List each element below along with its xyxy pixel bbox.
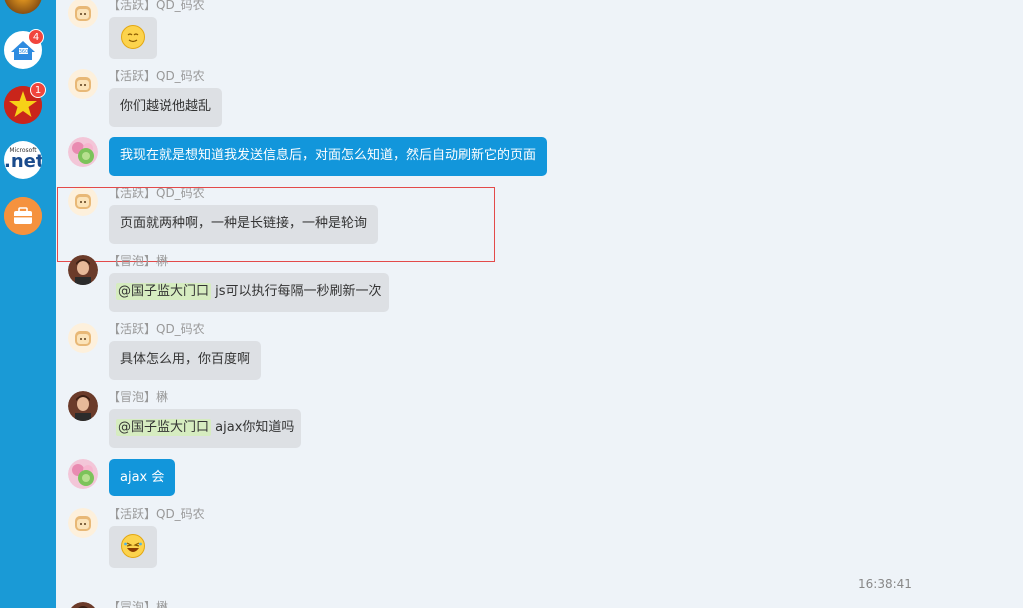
partial-app-icon[interactable] — [4, 0, 42, 14]
message-sender: 【冒泡】楙 — [108, 600, 169, 608]
user-avatar[interactable] — [68, 508, 98, 538]
message-sender: 【活跃】QD_码农 — [108, 507, 205, 521]
message-text: 我现在就是想知道我发送信息后，对面怎么知道，然后自动刷新它的页面 — [120, 148, 537, 163]
message-text: 你们越说他越乱 — [120, 99, 212, 114]
chat-message-area[interactable]: 【活跃】QD_码农 【活跃】QD_码农 你们越说他越乱 我现在就是想知道我发送信… — [56, 0, 1023, 608]
message-text: ajax你知道吗 — [211, 420, 295, 435]
self-avatar[interactable] — [68, 459, 98, 489]
unread-badge: 1 — [30, 82, 46, 98]
smile-emoji-icon — [121, 25, 145, 49]
user-avatar[interactable] — [68, 391, 98, 421]
portrait-avatar-icon — [68, 255, 98, 285]
laugh-emoji-icon — [121, 534, 145, 558]
star-app-icon[interactable]: 1 — [4, 82, 46, 124]
message-text: 具体怎么用，你百度啊 — [120, 352, 251, 367]
user-avatar[interactable] — [68, 69, 98, 99]
message-bubble[interactable] — [109, 526, 157, 568]
portrait-avatar-icon — [68, 391, 98, 421]
user-avatar[interactable] — [68, 255, 98, 285]
flower-avatar-icon — [68, 137, 98, 167]
svg-text:360: 360 — [19, 49, 29, 55]
message-sender: 【活跃】QD_码农 — [108, 0, 205, 12]
self-message-bubble[interactable]: ajax 会 — [109, 459, 176, 496]
360-app-icon[interactable]: 360 4 — [4, 29, 44, 69]
dotnet-app-icon[interactable]: Microsoft .net — [4, 141, 42, 179]
message-bubble[interactable]: 具体怎么用，你百度啊 — [109, 341, 262, 380]
message-bubble[interactable]: @国子监大门口 ajax你知道吗 — [109, 409, 302, 448]
message-text: ajax 会 — [120, 470, 165, 485]
bread-avatar-icon — [68, 508, 98, 538]
message-sender: 【冒泡】楙 — [108, 390, 169, 404]
briefcase-icon — [4, 197, 42, 235]
app-sidebar: 360 4 1 Microsoft .net — [0, 0, 56, 608]
portrait-avatar-icon — [71, 602, 95, 608]
mention-tag[interactable]: @国子监大门口 — [116, 419, 212, 436]
bread-avatar-icon — [68, 323, 98, 353]
flower-avatar-icon — [68, 459, 98, 489]
message-text: js可以执行每隔一秒刷新一次 — [211, 284, 382, 299]
message-sender: 【活跃】QD_码农 — [108, 322, 205, 336]
bread-avatar-icon — [68, 69, 98, 99]
message-sender: 【冒泡】楙 — [108, 254, 169, 268]
user-avatar[interactable] — [68, 602, 98, 608]
message-sender: 【活跃】QD_码农 — [108, 69, 205, 83]
highlight-box — [57, 187, 495, 262]
bread-avatar-icon — [68, 0, 98, 28]
message-bubble[interactable]: 你们越说他越乱 — [109, 88, 223, 127]
self-avatar[interactable] — [68, 137, 98, 167]
user-avatar[interactable] — [68, 0, 98, 28]
message-bubble[interactable] — [109, 17, 157, 59]
user-avatar[interactable] — [68, 323, 98, 353]
mention-tag[interactable]: @国子监大门口 — [116, 283, 212, 300]
message-bubble[interactable]: @国子监大门口 js可以执行每隔一秒刷新一次 — [109, 273, 389, 312]
briefcase-app-icon[interactable] — [4, 197, 42, 235]
self-message-bubble[interactable]: 我现在就是想知道我发送信息后，对面怎么知道，然后自动刷新它的页面 — [109, 137, 548, 176]
dotnet-app-label: .net — [4, 151, 42, 172]
unread-badge: 4 — [28, 29, 44, 45]
message-timestamp: 16:38:41 — [858, 577, 912, 591]
